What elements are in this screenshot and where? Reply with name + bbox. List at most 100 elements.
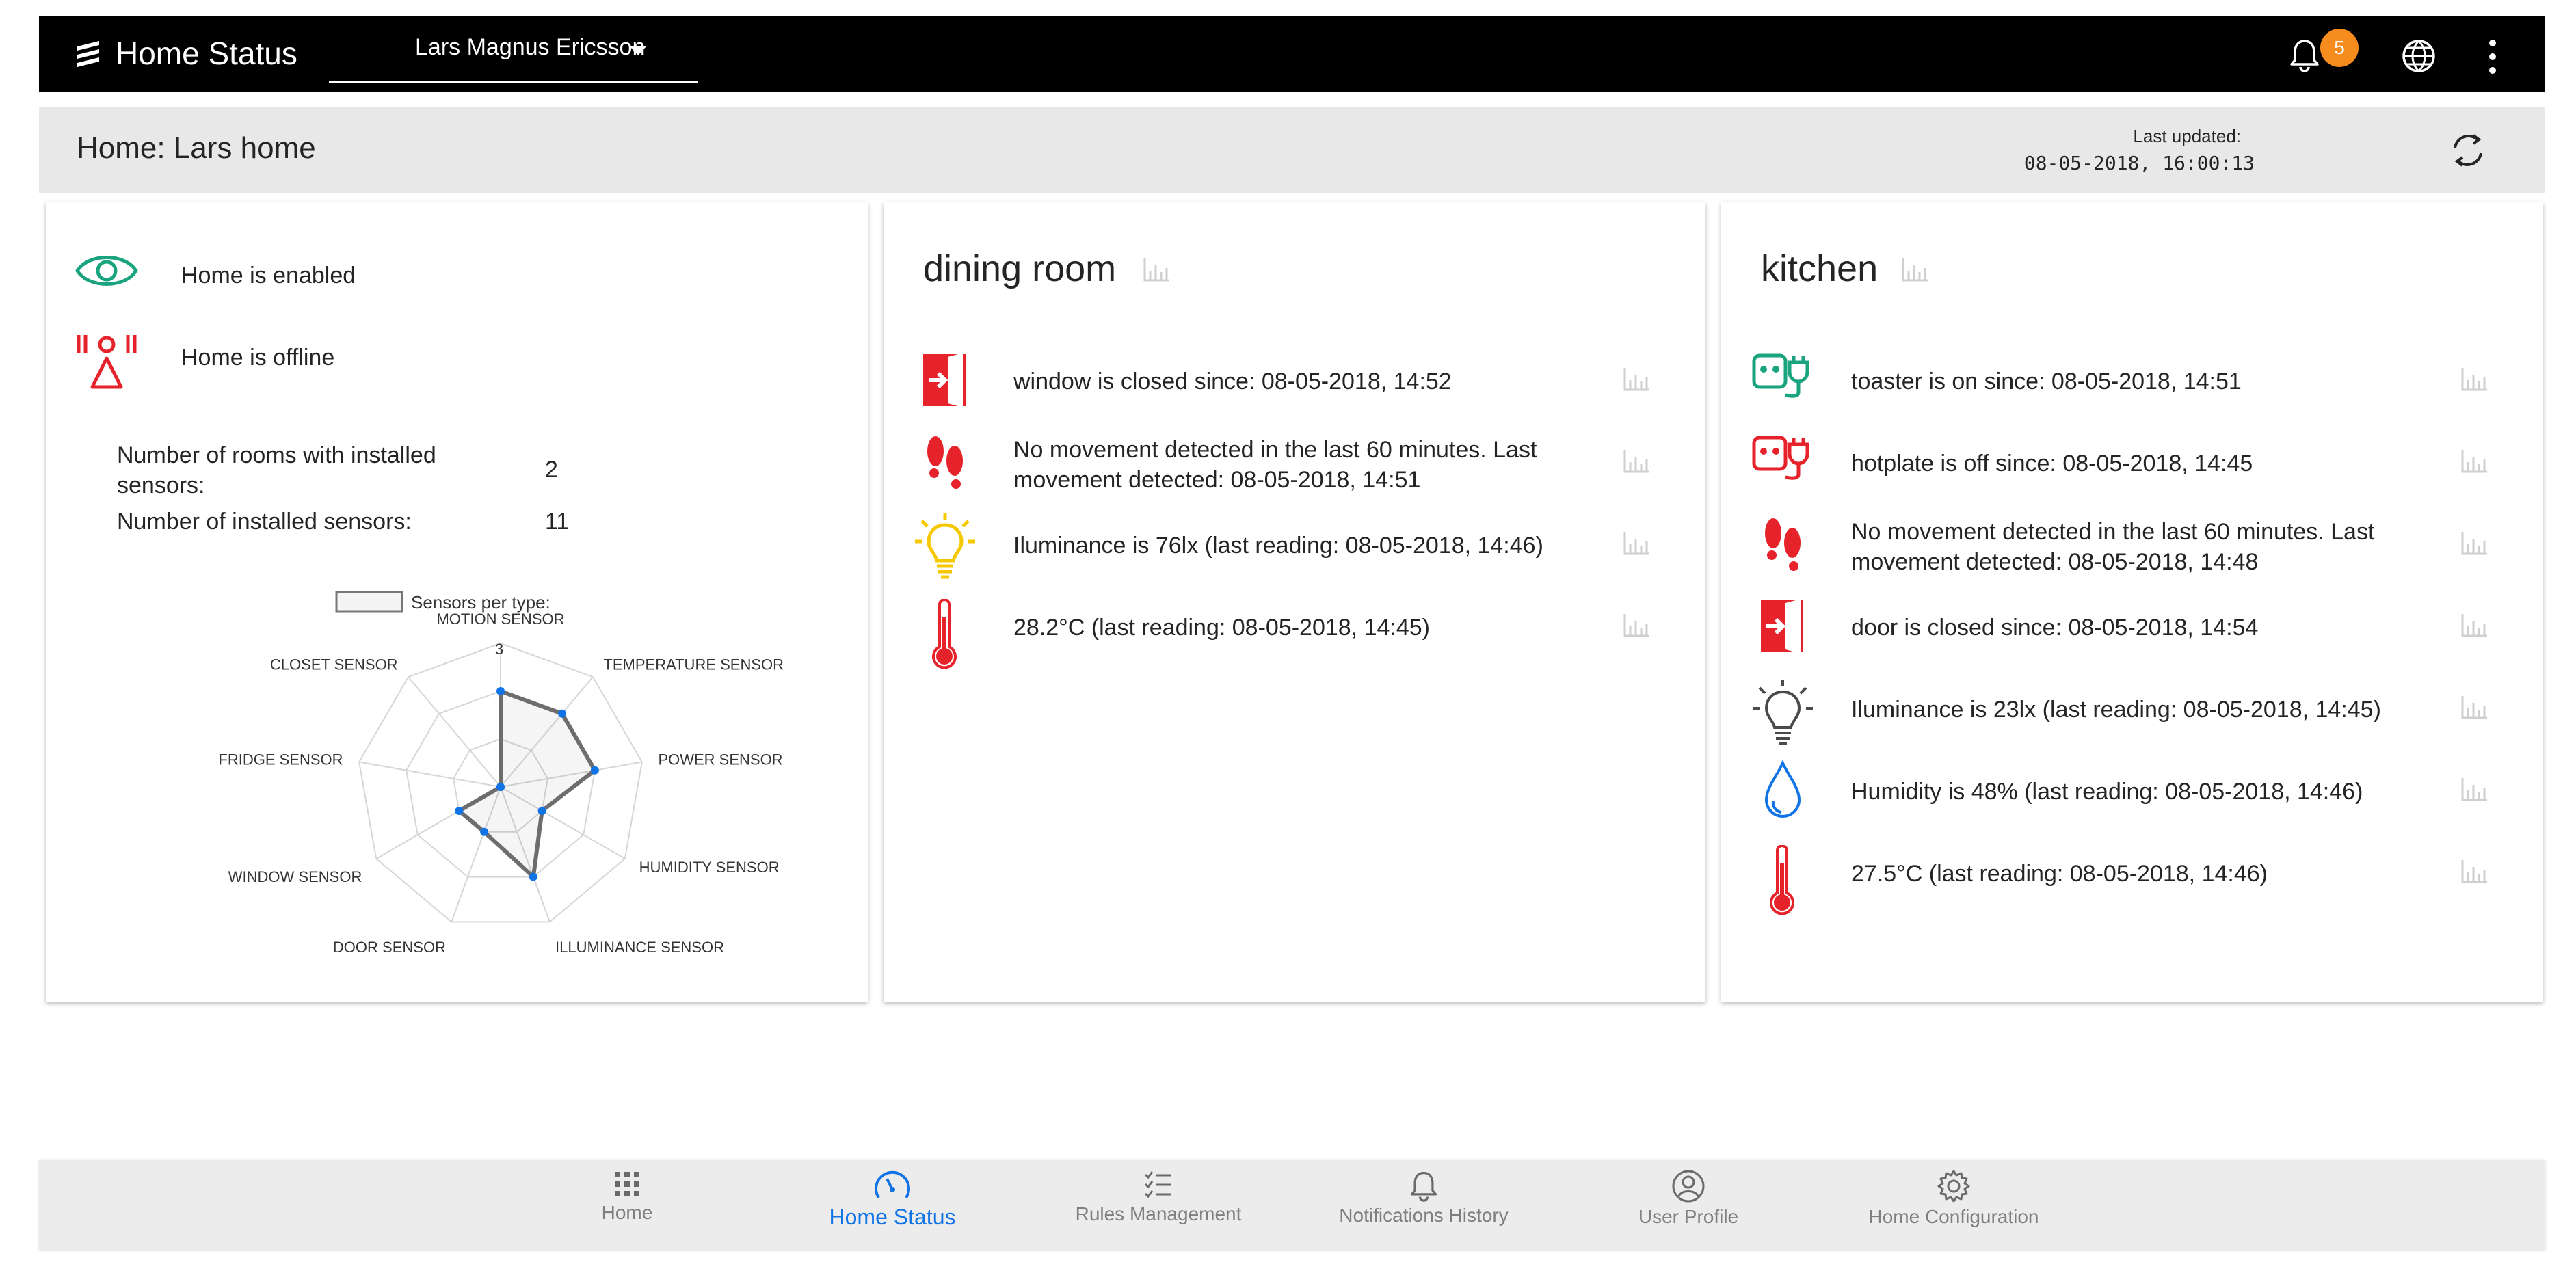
footprints-icon [1765, 518, 1801, 571]
notification-count-badge: 5 [2320, 29, 2359, 67]
more-menu-icon[interactable] [2487, 38, 2498, 75]
power-off-icon [1752, 436, 1809, 480]
gear-icon [1937, 1170, 1970, 1203]
home-summary-card: Home is enabled Home is offline Number o… [46, 202, 868, 1002]
sensor-row-text: Iluminance is 76lx (last reading: 08-05-… [1013, 533, 1543, 559]
sensors-count-label: Number of installed sensors: [117, 509, 412, 535]
lightbulb-off-icon [1753, 680, 1813, 745]
caret-down-icon [630, 46, 646, 55]
bar-chart-icon[interactable] [1622, 529, 1652, 557]
nav-label: Home [601, 1202, 653, 1223]
bar-chart-icon[interactable] [1622, 365, 1652, 392]
nav-user-profile[interactable]: User Profile [1586, 1169, 1791, 1228]
radar-series-area [457, 689, 597, 879]
radar-point[interactable] [480, 827, 489, 836]
kitchen-card: kitchen toaster is on since: 08-05-2018,… [1721, 202, 2543, 1002]
user-name: Lars Magnus Ericsson [415, 34, 646, 60]
bar-chart-icon[interactable] [2460, 857, 2490, 885]
footprints-icon [927, 436, 963, 489]
sensor-row-text: toaster is on since: 08-05-2018, 14:51 [1851, 368, 2242, 394]
top-bar: Home Status Lars Magnus Ericsson 5 [39, 16, 2545, 92]
bottom-navigation: Home Home Status Rules Management Notifi… [39, 1161, 2545, 1251]
bar-chart-icon[interactable] [1622, 447, 1652, 474]
nav-label: User Profile [1638, 1206, 1739, 1227]
apps-grid-icon [615, 1172, 639, 1196]
app-title: Home Status [116, 36, 297, 71]
sensor-row-text: 27.5°C (last reading: 08-05-2018, 14:46) [1851, 861, 2268, 887]
home-title: Home: Lars home [77, 131, 316, 165]
sensor-row-text: window is closed since: 08-05-2018, 14:5… [1013, 368, 1452, 394]
home-header: Home: Lars home Last updated: 08-05-2018… [39, 107, 2545, 193]
thermometer-icon [932, 599, 957, 669]
bar-chart-icon[interactable] [2460, 611, 2490, 639]
nav-label: Notifications History [1339, 1205, 1509, 1226]
radar-axis-line [359, 761, 501, 788]
sensors-count-value: 11 [545, 509, 570, 535]
nav-label: Rules Management [1075, 1203, 1242, 1224]
sensor-row-text: No movement detected in the last 60 minu… [1851, 519, 2375, 575]
user-icon [1672, 1170, 1705, 1203]
radar-category-label: DOOR SENSOR [333, 939, 446, 956]
thermometer-icon [1770, 845, 1794, 915]
user-dropdown[interactable]: Lars Magnus Ericsson [329, 26, 698, 83]
nav-label: Home Configuration [1868, 1206, 2039, 1227]
antenna-offline-icon [77, 335, 137, 389]
nav-home-configuration[interactable]: Home Configuration [1851, 1169, 2056, 1228]
bar-chart-icon[interactable] [2460, 365, 2490, 392]
refresh-icon[interactable] [2447, 130, 2488, 171]
sensor-row-text: 28.2°C (last reading: 08-05-2018, 14:45) [1013, 615, 1430, 641]
bar-chart-icon[interactable] [1142, 256, 1172, 283]
dining-room-card: dining room window is closed since: 08-0… [884, 202, 1705, 1002]
ericsson-logo-icon [77, 41, 99, 67]
sensor-row-text: hotplate is off since: 08-05-2018, 14:45 [1851, 451, 2253, 477]
radar-point[interactable] [557, 709, 566, 718]
bar-chart-icon[interactable] [1900, 256, 1930, 283]
radar-category-label: TEMPERATURE SENSOR [603, 656, 784, 673]
bar-chart-icon[interactable] [2460, 447, 2490, 474]
sensor-row-text: door is closed since: 08-05-2018, 14:54 [1851, 615, 2259, 641]
home-offline-text: Home is offline [181, 345, 335, 371]
radar-axis-line [408, 676, 501, 788]
power-on-icon [1752, 353, 1809, 398]
home-enabled-text: Home is enabled [181, 263, 356, 289]
legend-label: Sensors per type: [411, 592, 550, 613]
radar-category-label: WINDOW SENSOR [228, 868, 362, 885]
lightbulb-on-icon [915, 513, 975, 579]
room-title: dining room [923, 248, 1117, 289]
door-exit-icon [923, 353, 966, 407]
radar-category-label: HUMIDITY SENSOR [639, 859, 780, 876]
nav-notifications-history[interactable]: Notifications History [1321, 1169, 1526, 1227]
radar-point[interactable] [496, 687, 505, 695]
radar-point[interactable] [529, 872, 537, 881]
bar-chart-icon[interactable] [2460, 693, 2490, 721]
radar-category-label: POWER SENSOR [658, 751, 782, 768]
notifications-bell-icon[interactable] [2289, 37, 2320, 72]
bar-chart-icon[interactable] [1622, 611, 1652, 639]
radar-point[interactable] [537, 807, 546, 815]
radar-category-label: MOTION SENSOR [436, 611, 564, 628]
globe-icon[interactable] [2401, 38, 2436, 74]
room-title: kitchen [1761, 248, 1878, 289]
sensors-radar-chart: Sensors per type: 3 MOTION SENSOR TEMPERAT… [218, 591, 784, 956]
radar-point[interactable] [590, 766, 599, 775]
last-updated-label: Last updated: [2133, 126, 2241, 146]
nav-home[interactable]: Home [525, 1169, 730, 1224]
rooms-count-label: Number of rooms with installed sensors: [117, 442, 436, 498]
eye-icon [75, 256, 138, 286]
radar-point[interactable] [455, 807, 464, 815]
sensor-row-text: No movement detected in the last 60 minu… [1013, 437, 1537, 493]
legend-swatch [335, 591, 403, 613]
checklist-icon [1144, 1171, 1171, 1198]
droplet-icon [1764, 760, 1801, 818]
bar-chart-icon[interactable] [2460, 775, 2490, 803]
nav-label: Home Status [829, 1205, 956, 1229]
nav-home-status[interactable]: Home Status [790, 1169, 995, 1230]
nav-rules-management[interactable]: Rules Management [1056, 1169, 1261, 1225]
bar-chart-icon[interactable] [2460, 529, 2490, 557]
radar-category-label: CLOSET SENSOR [270, 656, 398, 673]
sensor-row-text: Iluminance is 23lx (last reading: 08-05-… [1851, 697, 2381, 723]
sensor-row-text: Humidity is 48% (last reading: 08-05-201… [1851, 779, 2363, 805]
rooms-count-value: 2 [545, 457, 558, 483]
speedometer-icon [875, 1170, 910, 1199]
radar-point[interactable] [496, 783, 505, 791]
